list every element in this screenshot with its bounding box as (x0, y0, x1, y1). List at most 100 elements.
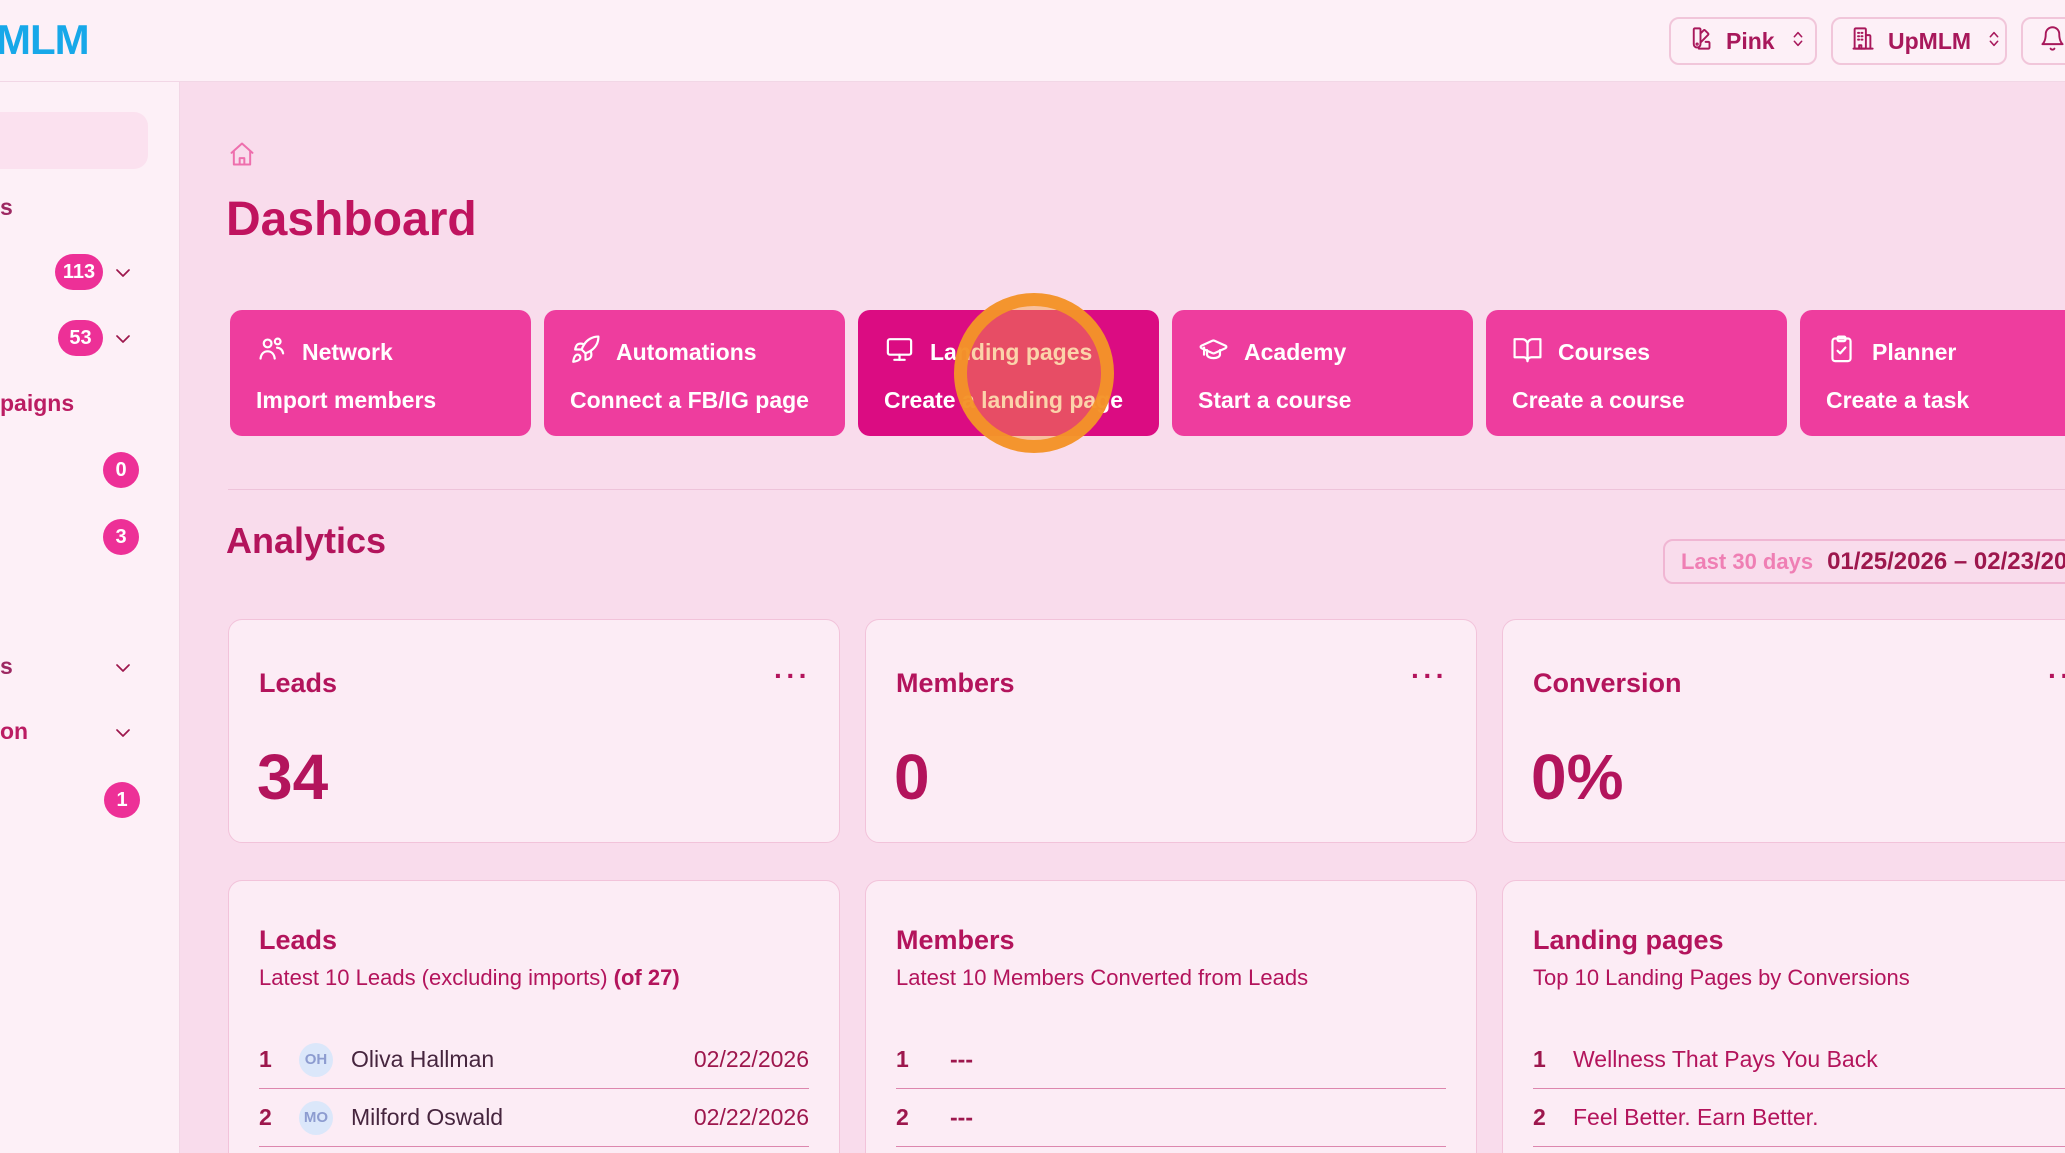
sidebar-badge[interactable]: 1 (104, 782, 140, 818)
courses-card[interactable]: Courses Create a course (1486, 310, 1787, 436)
date-range-filter[interactable]: Last 30 days 01/25/2026 – 02/23/2026 (1663, 539, 2065, 584)
network-card[interactable]: Network Import members (230, 310, 531, 436)
leads-stat-card: Leads ··· 34 (228, 619, 840, 843)
swatch-icon (1687, 25, 1714, 57)
sidebar-item-label[interactable]: on (0, 718, 28, 745)
topbar: MLM Pink UpMLM (0, 0, 2065, 82)
app-window: MLM Pink UpMLM s (0, 0, 2065, 1153)
date-preset-label: Last 30 days (1681, 549, 1813, 575)
sidebar-badge[interactable]: 0 (103, 452, 139, 488)
theme-select-value: Pink (1726, 28, 1775, 55)
sidebar-badge[interactable]: 113 (55, 254, 103, 290)
chevron-down-icon[interactable] (111, 327, 135, 351)
rocket-icon (570, 334, 601, 370)
action-title: Network (302, 339, 393, 366)
action-title: Landing pages (930, 339, 1092, 366)
list-title: Leads (259, 925, 337, 956)
stat-value: 0 (894, 740, 930, 814)
building-icon (1849, 25, 1876, 57)
graduation-cap-icon (1198, 334, 1229, 370)
chevron-down-icon[interactable] (111, 721, 135, 745)
chevron-updown-icon (1787, 28, 1809, 55)
sidebar-badge[interactable]: 3 (103, 519, 139, 555)
lead-date: 02/22/2026 (694, 1046, 809, 1073)
stat-title: Leads (259, 668, 337, 699)
ellipsis-menu-icon[interactable]: ··· (2048, 660, 2065, 692)
section-divider (228, 489, 2065, 490)
action-subtitle: Create a task (1826, 387, 1969, 414)
lead-date: 02/22/2026 (694, 1104, 809, 1131)
action-title: Academy (1244, 339, 1346, 366)
workspace-select-value: UpMLM (1888, 28, 1971, 55)
list-title: Landing pages (1533, 925, 1724, 956)
row-number: 2 (1533, 1104, 1573, 1131)
members-list-card: Members Latest 10 Members Converted from… (865, 880, 1477, 1153)
action-subtitle: Connect a FB/IG page (570, 387, 809, 414)
sidebar-item-label[interactable]: paigns (0, 390, 74, 417)
lead-name: Oliva Hallman (351, 1046, 494, 1073)
action-title: Courses (1558, 339, 1650, 366)
action-subtitle: Create a landing page (884, 387, 1123, 414)
automations-card[interactable]: Automations Connect a FB/IG page (544, 310, 845, 436)
notifications-button[interactable] (2021, 17, 2065, 65)
chevron-down-icon[interactable] (111, 656, 135, 680)
action-subtitle: Import members (256, 387, 436, 414)
sidebar-item-label[interactable]: s (0, 653, 13, 680)
stat-cards: Leads ··· 34 Members ··· 0 Conversion ··… (228, 619, 2065, 843)
member-row[interactable]: 2 --- (896, 1089, 1446, 1147)
member-placeholder: --- (950, 1104, 973, 1131)
landing-pages-card[interactable]: Landing pages Create a landing page (858, 310, 1159, 436)
open-book-icon (1512, 334, 1543, 370)
leads-list-card: Leads Latest 10 Leads (excluding imports… (228, 880, 840, 1153)
stat-title: Conversion (1533, 668, 1682, 699)
analytics-heading: Analytics (226, 520, 386, 562)
date-range-value: 01/25/2026 – 02/23/2026 (1827, 548, 2065, 576)
row-number: 1 (259, 1046, 299, 1073)
stat-value: 34 (257, 740, 328, 814)
stat-value: 0% (1531, 740, 1624, 814)
lead-row[interactable]: 1 OH Oliva Hallman 02/22/2026 (259, 1031, 809, 1089)
chevron-down-icon[interactable] (111, 261, 135, 285)
ellipsis-menu-icon[interactable]: ··· (1411, 660, 1448, 692)
member-placeholder: --- (950, 1046, 973, 1073)
sidebar: s 113 53 paigns 0 3 s on 1 (0, 82, 180, 1153)
action-subtitle: Create a course (1512, 387, 1685, 414)
members-stat-card: Members ··· 0 (865, 619, 1477, 843)
sidebar-item-label[interactable]: s (0, 194, 13, 221)
home-breadcrumb-icon[interactable] (228, 140, 256, 168)
avatar: OH (299, 1043, 333, 1077)
ellipsis-menu-icon[interactable]: ··· (774, 660, 811, 692)
quick-actions: Network Import members Automations Conne… (230, 310, 2065, 436)
row-number: 2 (896, 1104, 936, 1131)
landing-page-name: Wellness That Pays You Back (1573, 1046, 1878, 1073)
list-title: Members (896, 925, 1015, 956)
workspace-select[interactable]: UpMLM (1831, 17, 2007, 65)
landing-page-row[interactable]: 1 Wellness That Pays You Back (1533, 1031, 2065, 1089)
landing-pages-list-card: Landing pages Top 10 Landing Pages by Co… (1502, 880, 2065, 1153)
academy-card[interactable]: Academy Start a course (1172, 310, 1473, 436)
landing-page-name: Feel Better. Earn Better. (1573, 1104, 1818, 1131)
lead-row[interactable]: 2 MO Milford Oswald 02/22/2026 (259, 1089, 809, 1147)
conversion-stat-card: Conversion ··· 0% (1502, 619, 2065, 843)
action-subtitle: Start a course (1198, 387, 1351, 414)
avatar: MO (299, 1101, 333, 1135)
planner-card[interactable]: Planner Create a task (1800, 310, 2065, 436)
list-subtitle: Latest 10 Leads (excluding imports) (of … (259, 965, 680, 991)
monitor-icon (884, 334, 915, 370)
theme-select[interactable]: Pink (1669, 17, 1817, 65)
lead-name: Milford Oswald (351, 1104, 503, 1131)
list-subtitle: Top 10 Landing Pages by Conversions (1533, 965, 1910, 991)
list-cards: Leads Latest 10 Leads (excluding imports… (228, 880, 2065, 1153)
people-icon (256, 334, 287, 370)
row-number: 1 (896, 1046, 936, 1073)
app-logo: MLM (0, 0, 89, 82)
list-subtitle: Latest 10 Members Converted from Leads (896, 965, 1308, 991)
stat-title: Members (896, 668, 1015, 699)
member-row[interactable]: 1 --- (896, 1031, 1446, 1089)
sidebar-badge[interactable]: 53 (58, 320, 103, 356)
sidebar-item-active[interactable] (0, 112, 148, 169)
bell-icon (2039, 25, 2065, 57)
landing-page-row[interactable]: 2 Feel Better. Earn Better. (1533, 1089, 2065, 1147)
action-title: Automations (616, 339, 757, 366)
action-title: Planner (1872, 339, 1956, 366)
